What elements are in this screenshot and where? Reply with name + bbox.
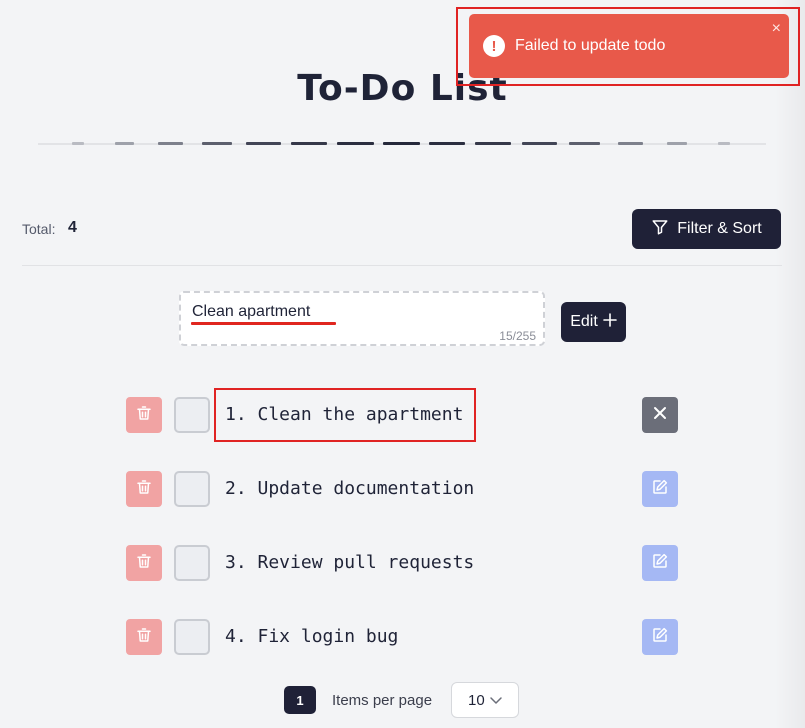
trash-icon xyxy=(135,626,153,649)
todo-text: 4. Fix login bug xyxy=(225,626,399,647)
divider xyxy=(22,265,782,266)
total-count: 4 xyxy=(68,219,77,236)
title-underline-decoration xyxy=(38,141,766,146)
edit-submit-label: Edit xyxy=(570,313,598,330)
edit-todo-button[interactable] xyxy=(642,619,678,655)
pencil-icon xyxy=(651,552,669,575)
delete-todo-button[interactable] xyxy=(126,397,162,433)
close-icon xyxy=(653,406,667,425)
pencil-icon xyxy=(651,626,669,649)
pencil-icon xyxy=(651,478,669,501)
todo-checkbox[interactable] xyxy=(174,397,210,433)
page-button-current[interactable]: 1 xyxy=(284,686,316,714)
trash-icon xyxy=(135,478,153,501)
todo-item: 4. Fix login bug xyxy=(0,619,805,655)
filter-sort-label: Filter & Sort xyxy=(677,220,762,237)
items-per-page-label: Items per page xyxy=(332,692,433,709)
delete-todo-button[interactable] xyxy=(126,619,162,655)
edit-todo-button[interactable] xyxy=(642,545,678,581)
todo-item: 2. Update documentation xyxy=(0,471,805,507)
plus-icon xyxy=(602,312,617,332)
todo-edit-input[interactable]: Clean apartment 15/255 xyxy=(179,291,545,346)
toast-highlight-box xyxy=(456,7,800,86)
chevron-down-icon xyxy=(489,692,503,709)
edit-submit-button[interactable]: Edit xyxy=(561,302,626,342)
todo-text: 2. Update documentation xyxy=(225,478,475,499)
items-per-page-value: 10 xyxy=(468,691,485,709)
todo-item-highlight-box xyxy=(214,388,476,442)
filter-sort-button[interactable]: Filter & Sort xyxy=(632,209,781,249)
items-per-page-select[interactable]: 10 xyxy=(451,682,519,718)
todo-item: 3. Review pull requests xyxy=(0,545,805,581)
delete-todo-button[interactable] xyxy=(126,545,162,581)
trash-icon xyxy=(135,552,153,575)
delete-todo-button[interactable] xyxy=(126,471,162,507)
todo-checkbox[interactable] xyxy=(174,545,210,581)
total-label: Total: xyxy=(22,221,56,237)
todo-edit-input-value[interactable]: Clean apartment xyxy=(192,303,310,321)
trash-icon xyxy=(135,404,153,427)
todo-checkbox[interactable] xyxy=(174,619,210,655)
cancel-edit-button[interactable] xyxy=(642,397,678,433)
funnel-icon xyxy=(651,218,669,241)
char-counter: 15/255 xyxy=(499,329,536,343)
text-highlight-underline xyxy=(191,322,336,325)
edit-todo-button[interactable] xyxy=(642,471,678,507)
todo-checkbox[interactable] xyxy=(174,471,210,507)
todo-text: 3. Review pull requests xyxy=(225,552,475,573)
